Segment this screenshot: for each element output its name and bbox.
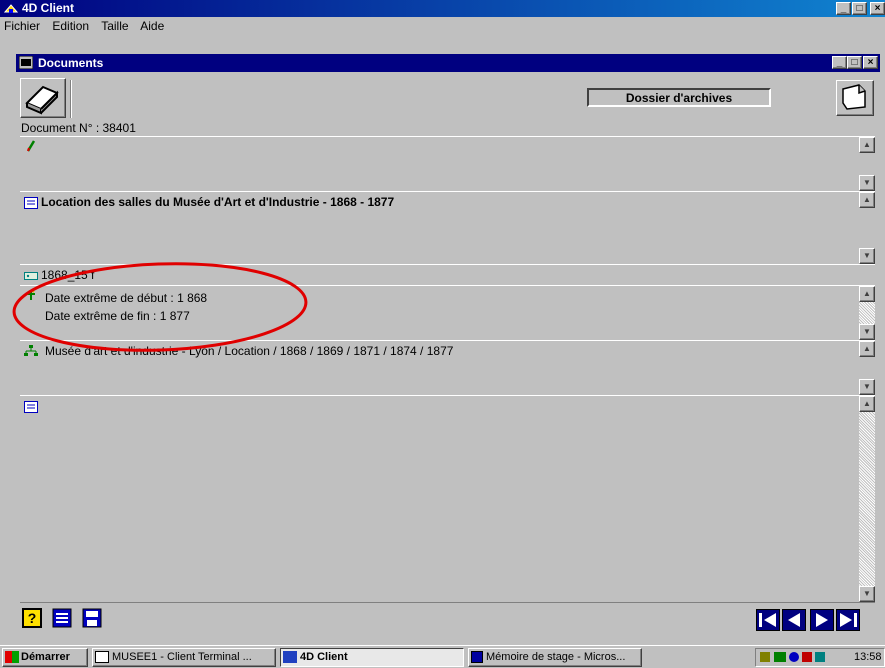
status-icon[interactable] — [802, 652, 812, 662]
system-tray: 13:58 — [755, 648, 885, 667]
word-icon — [471, 651, 483, 664]
task-musee1[interactable]: MUSEE1 - Client Terminal ... — [92, 648, 276, 667]
4d-icon — [283, 651, 297, 664]
windows-logo-icon — [5, 651, 19, 664]
network-icon[interactable] — [774, 652, 786, 662]
clock: 13:58 — [854, 651, 882, 663]
start-button[interactable]: Démarrer — [2, 648, 88, 667]
terminal-icon — [95, 651, 109, 664]
task-4d-client[interactable]: 4D Client — [280, 648, 464, 667]
start-label: Démarrer — [21, 651, 70, 663]
task-label: Mémoire de stage - Micros... — [486, 651, 626, 663]
task-memoire[interactable]: Mémoire de stage - Micros... — [468, 648, 642, 667]
task-label: 4D Client — [300, 651, 348, 663]
annotation-ellipse — [12, 262, 308, 352]
volume-icon[interactable] — [760, 652, 770, 662]
app-tray-icon[interactable] — [815, 652, 825, 662]
task-label: MUSEE1 - Client Terminal ... — [112, 651, 252, 663]
connection-icon[interactable] — [789, 652, 799, 662]
